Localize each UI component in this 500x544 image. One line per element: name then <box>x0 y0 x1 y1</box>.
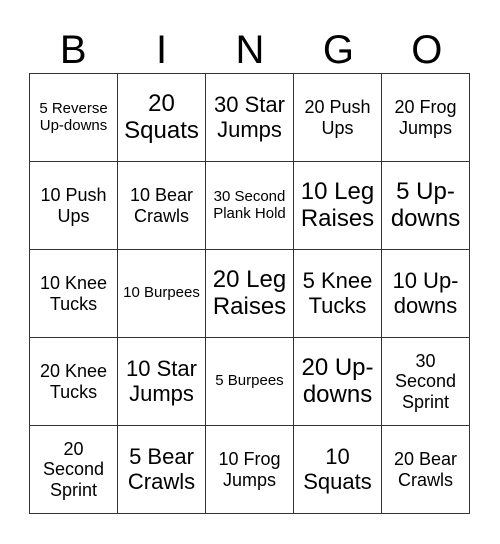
bingo-cell[interactable]: 20 Knee Tucks <box>30 338 118 426</box>
bingo-cell-text: 20 Bear Crawls <box>393 449 458 490</box>
bingo-cell-text: 20 Up-downs <box>301 353 374 408</box>
bingo-cell-text: 10 Burpees <box>123 284 200 302</box>
bingo-cell[interactable]: 30 Second Sprint <box>382 338 470 426</box>
bingo-cell-text: 10 Knee Tucks <box>39 273 108 314</box>
bingo-card-grid: 5 Reverse Up-downs 20 Squats 30 Star Jumps… <box>29 73 470 514</box>
bingo-cell[interactable]: 20 Up-downs <box>294 338 382 426</box>
bingo-cell-text: 5 Bear Crawls <box>127 443 196 494</box>
bingo-cell-text: 5 Knee Tucks <box>302 267 373 318</box>
bingo-cell[interactable]: 20 Push Ups <box>294 74 382 162</box>
bingo-cell-text: 30 Second Sprint <box>394 351 457 412</box>
bingo-cell-text: 20 Frog Jumps <box>394 97 457 138</box>
bingo-cell-text: 10 Frog Jumps <box>218 449 281 490</box>
bingo-cell-text: 5 Up-downs <box>390 177 461 232</box>
bingo-cell[interactable]: 20 Squats <box>118 74 206 162</box>
bingo-cell-text: 20 Push Ups <box>304 97 371 138</box>
bingo-cell-text: 10 Bear Crawls <box>129 185 194 226</box>
bingo-cell-text: 5 Reverse Up-downs <box>39 99 108 134</box>
bingo-cell[interactable]: 20 Second Sprint <box>30 426 118 514</box>
bingo-cell[interactable]: 10 Squats <box>294 426 382 514</box>
bingo-cell[interactable]: 10 Knee Tucks <box>30 250 118 338</box>
header-letter-n: N <box>235 28 265 72</box>
bingo-cell[interactable]: 5 Burpees <box>206 338 294 426</box>
bingo-cell[interactable]: 10 Frog Jumps <box>206 426 294 514</box>
bingo-cell-text: 20 Knee Tucks <box>39 361 108 402</box>
bingo-cell-text: 10 Push Ups <box>40 185 107 226</box>
bingo-header: B I N G O <box>29 28 471 72</box>
bingo-cell-text: 20 Second Sprint <box>42 439 105 500</box>
bingo-cell-text: 20 Squats <box>124 89 199 144</box>
header-letter-i: I <box>156 28 168 72</box>
bingo-cell[interactable]: 5 Reverse Up-downs <box>30 74 118 162</box>
bingo-cell[interactable]: 20 Leg Raises <box>206 250 294 338</box>
bingo-cell[interactable]: 30 Second Plank Hold <box>206 162 294 250</box>
bingo-cell[interactable]: 10 Leg Raises <box>294 162 382 250</box>
bingo-cell[interactable]: 20 Frog Jumps <box>382 74 470 162</box>
bingo-cell-text: 10 Up-downs <box>392 267 459 318</box>
bingo-cell[interactable]: 5 Bear Crawls <box>118 426 206 514</box>
bingo-cell-text: 30 Star Jumps <box>214 91 285 142</box>
header-letter-g: G <box>322 28 354 72</box>
bingo-cell-text: 10 Leg Raises <box>300 177 375 232</box>
bingo-cell[interactable]: 20 Bear Crawls <box>382 426 470 514</box>
bingo-cell[interactable]: 30 Star Jumps <box>206 74 294 162</box>
bingo-cell[interactable]: 10 Star Jumps <box>118 338 206 426</box>
bingo-cell[interactable]: 5 Up-downs <box>382 162 470 250</box>
bingo-cell[interactable]: 10 Push Ups <box>30 162 118 250</box>
bingo-cell[interactable]: 10 Bear Crawls <box>118 162 206 250</box>
bingo-cell-text: 5 Burpees <box>215 372 284 390</box>
bingo-cell-text: 10 Star Jumps <box>126 355 197 406</box>
header-letter-o: O <box>411 28 443 72</box>
bingo-cell-text: 20 Leg Raises <box>212 265 287 320</box>
bingo-cell[interactable]: 10 Up-downs <box>382 250 470 338</box>
header-letter-b: B <box>59 28 87 72</box>
bingo-cell[interactable]: 10 Burpees <box>118 250 206 338</box>
bingo-cell[interactable]: 5 Knee Tucks <box>294 250 382 338</box>
bingo-cell-text: 30 Second Plank Hold <box>213 187 286 222</box>
bingo-cell-text: 10 Squats <box>303 443 372 494</box>
